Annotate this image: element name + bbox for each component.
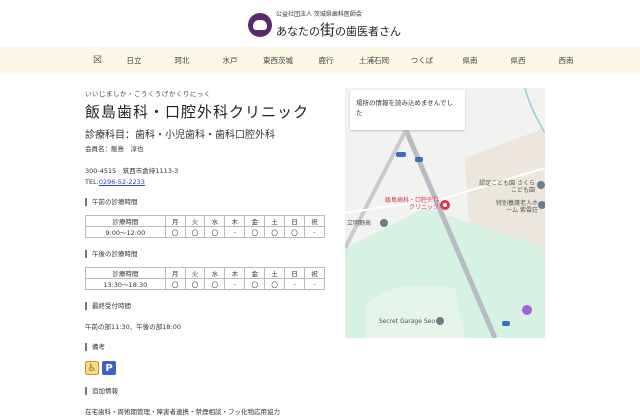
table-cell: - [224, 278, 246, 290]
table-cell: 木 [224, 267, 246, 279]
am-heading: 午前の診療時間 [85, 198, 340, 206]
tagline-big: 街 [320, 21, 336, 39]
table-cell: 月 [164, 267, 186, 279]
extra-text: 在宅歯科・周術期管理・障害者連携・禁煙相談・フッ化物応用協力 [85, 408, 280, 416]
site-logo[interactable]: 公益社団法人 茨城県歯科医師会 あなたの街の歯医者さん [248, 9, 401, 40]
tagline-pre: あなたの [276, 25, 320, 38]
pm-heading: 午後の診療時間 [85, 250, 340, 258]
table-cell: 13:30〜18:30 [85, 278, 166, 290]
table-cell: 〇 [204, 226, 226, 238]
table-cell: 〇 [264, 226, 286, 238]
table-cell: 〇 [184, 278, 206, 290]
logo-tooth-icon [248, 12, 272, 37]
table-cell: - [303, 226, 326, 238]
tel-line: TEL:0296-52-2233 [85, 178, 340, 186]
nav-item[interactable]: 県南 [446, 55, 494, 66]
table-cell: 〇 [264, 278, 286, 290]
table-cell: 金 [244, 215, 266, 227]
nav-item[interactable]: 東西茨城 [254, 55, 302, 66]
table-cell: 〇 [184, 226, 206, 238]
notes-heading: 備考 [85, 343, 340, 351]
table-cell: 土 [264, 267, 286, 279]
table-cell: 〇 [164, 278, 186, 290]
nav-item[interactable]: 日立 [110, 55, 158, 66]
table-cell: 祝 [303, 215, 326, 227]
pm-hours-table: 診療時間月火水木金土日祝 13:30〜18:30 〇〇〇 - 〇〇 - - [85, 267, 326, 290]
table-cell: 火 [184, 267, 206, 279]
table-cell: 水 [204, 267, 226, 279]
table-row: 診療時間月火水木金土日祝 [85, 215, 326, 227]
table-cell: 土 [264, 215, 286, 227]
map-error-message: 場所の情報を読み込めませんでした [350, 90, 465, 130]
map-label[interactable]: 認定こども園 さくらこども園 [475, 180, 535, 194]
clinic-subjects: 診療科目：歯科・小児歯科・歯科口腔外科 [85, 130, 275, 141]
table-cell: 火 [184, 215, 206, 227]
table-cell: 木 [224, 215, 246, 227]
table-row: 13:30〜18:30 〇〇〇 - 〇〇 - - [85, 278, 326, 290]
table-cell: 金 [244, 267, 266, 279]
am-hours-table: 診療時間月火水木金土日祝 9:00〜12:00 〇〇〇 - 〇〇〇 - [85, 215, 326, 238]
table-cell: 水 [204, 215, 226, 227]
map-label[interactable]: Secret Garage Seo [370, 318, 435, 325]
table-cell: 日 [284, 267, 305, 279]
last-text: 午前の部11:30、午後の部18:00 [85, 323, 181, 331]
member-name: 会員名：飯島 淳也 [85, 145, 144, 153]
clinic-kana: いいじましか・こうくうげかくりにっく [85, 90, 211, 98]
table-row: 9:00〜12:00 〇〇〇 - 〇〇〇 - [85, 226, 326, 238]
map-label[interactable]: 立明野高 [347, 220, 371, 227]
table-cell: 〇 [164, 226, 186, 238]
last-heading: 最終受付時間 [85, 302, 340, 310]
wheelchair-icon: ♿ [85, 361, 99, 375]
table-cell: 月 [164, 215, 186, 227]
nav-item[interactable]: 土浦石岡 [350, 55, 398, 66]
clinic-name: 飯島歯科・口腔外科クリニック [85, 103, 310, 121]
nav-item[interactable]: 水戸 [206, 55, 254, 66]
map-pin-label[interactable]: 飯島歯科・口腔外科クリニック [383, 197, 439, 211]
tagline-post: の歯医者さん [335, 25, 402, 38]
nav-item[interactable]: 珂北 [158, 55, 206, 66]
tel-link[interactable]: 0296-52-2233 [99, 178, 145, 186]
table-row: 診療時間月火水木金土日祝 [85, 267, 326, 279]
table-cell: 9:00〜12:00 [85, 226, 166, 238]
table-cell: - [224, 226, 246, 238]
table-cell: 診療時間 [85, 215, 166, 227]
tagline: あなたの街の歯医者さん [276, 19, 401, 40]
nav-item[interactable]: 西南 [542, 55, 590, 66]
table-cell: - [284, 278, 305, 290]
table-cell: 〇 [244, 278, 266, 290]
extra-heading: 追加情報 [85, 387, 340, 395]
address: 300-4515 筑西市倉持1113-3 [85, 167, 179, 175]
map-label[interactable]: 特別養護老人ホーム 紫雲荘 [490, 200, 538, 214]
tel-label: TEL: [85, 178, 99, 186]
region-nav: ☒ 日立 珂北 水戸 東西茨城 鹿行 土浦石岡 つくば 県南 県西 西南 [0, 47, 640, 74]
org-name: 公益社団法人 茨城県歯科医師会 [276, 11, 362, 18]
nav-item[interactable]: 県西 [494, 55, 542, 66]
table-cell: 祝 [303, 267, 326, 279]
table-cell: 〇 [284, 226, 305, 238]
close-box-icon[interactable]: ☒ [85, 55, 110, 66]
table-cell: 日 [284, 215, 305, 227]
site-header: 公益社団法人 茨城県歯科医師会 あなたの街の歯医者さん [0, 0, 640, 46]
table-cell: 診療時間 [85, 267, 166, 279]
nav-item[interactable]: 鹿行 [302, 55, 350, 66]
nav-item[interactable]: つくば [398, 55, 446, 66]
table-cell: - [303, 278, 326, 290]
parking-icon: P [102, 361, 116, 375]
clinic-details: いいじましか・こうくうげかくりにっく 飯島歯科・口腔外科クリニック 診療科目：歯… [85, 88, 340, 416]
table-cell: 〇 [244, 226, 266, 238]
table-cell: 〇 [204, 278, 226, 290]
map[interactable]: 場所の情報を読み込めませんでした 飯島歯科・口腔外科クリニック 認定こども園 さ… [345, 88, 545, 338]
